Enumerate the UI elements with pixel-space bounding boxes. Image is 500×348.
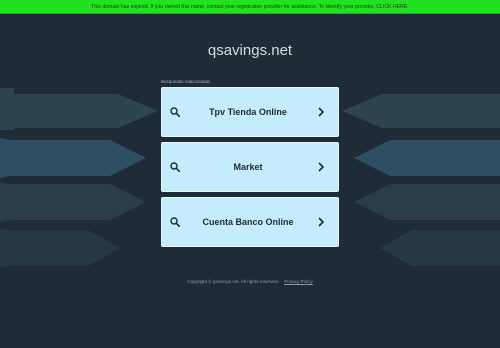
search-icon <box>168 160 182 174</box>
search-icon <box>168 215 182 229</box>
decorative-arrow-right-2 <box>352 138 500 180</box>
chevron-right-icon <box>314 215 328 229</box>
decorative-arrow-right-1 <box>340 86 500 132</box>
decorative-arrow-right-4 <box>378 228 500 268</box>
related-searches-list: Tpv Tienda Online Market Cuenta Banco On… <box>161 87 339 252</box>
privacy-policy-link[interactable]: Privacy Policy <box>284 279 313 284</box>
related-search-label: Cuenta Banco Online <box>202 217 294 227</box>
related-search-item[interactable]: Market <box>161 142 339 192</box>
chevron-right-icon <box>314 105 328 119</box>
related-search-label: Tpv Tienda Online <box>209 107 287 117</box>
related-search-label: Market <box>233 162 263 172</box>
copyright-text: Copyright © qsavings.net. All rights res… <box>187 279 279 284</box>
decorative-arrow-left-1 <box>0 86 160 132</box>
chevron-right-icon <box>314 160 328 174</box>
footer: Copyright © qsavings.net. All rights res… <box>0 279 500 284</box>
related-search-item[interactable]: Tpv Tienda Online <box>161 87 339 137</box>
domain-title: qsavings.net <box>207 42 293 59</box>
decorative-arrow-right-3 <box>352 182 500 224</box>
banner-link[interactable]: This domain has expired. If you owned th… <box>91 4 409 10</box>
decorative-arrow-left-3 <box>0 182 150 224</box>
search-icon <box>168 105 182 119</box>
expired-domain-banner[interactable]: This domain has expired. If you owned th… <box>0 0 500 14</box>
related-search-item[interactable]: Cuenta Banco Online <box>161 197 339 247</box>
decorative-arrow-left-2 <box>0 138 150 180</box>
related-searches-label: Búsquedas relacionadas <box>161 79 211 84</box>
decorative-arrow-left-4 <box>0 228 130 268</box>
